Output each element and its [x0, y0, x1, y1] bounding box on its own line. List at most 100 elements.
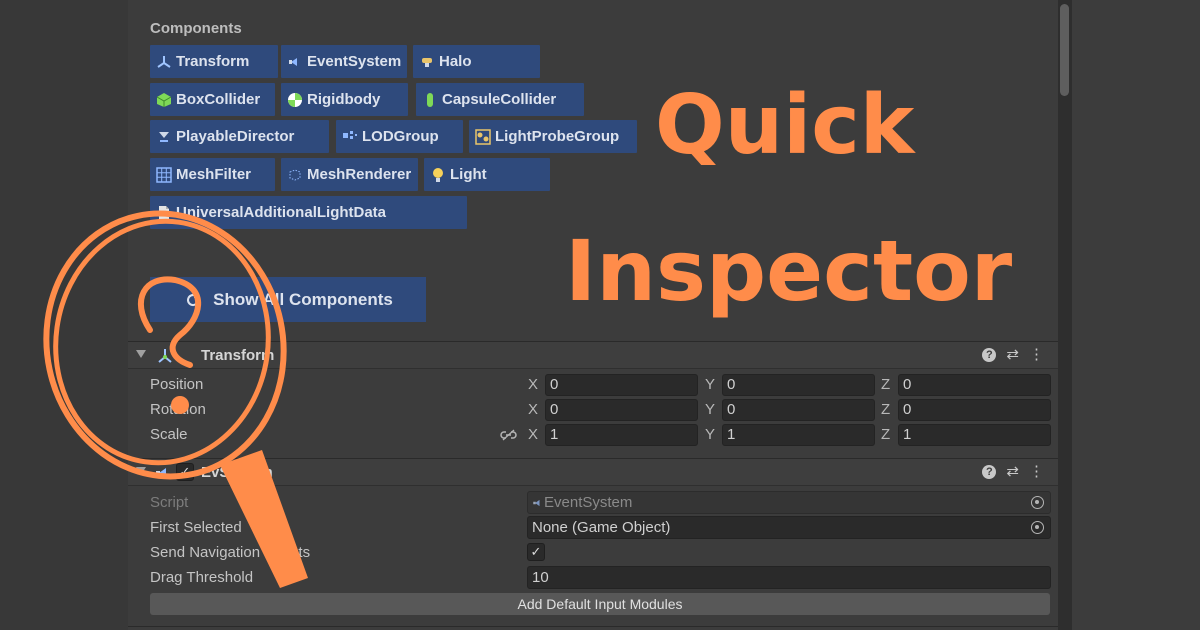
components-header: Components	[150, 20, 242, 37]
lodgroup-icon	[343, 130, 357, 139]
chip-label: EventSystem	[307, 53, 402, 70]
chip-label: MeshRenderer	[307, 166, 412, 183]
meshrenderer-icon	[289, 168, 301, 181]
axis-y-label: Y	[705, 401, 716, 418]
chip-lodgroup[interactable]: LODGroup	[336, 120, 463, 153]
chip-label: Rigidbody	[307, 91, 381, 108]
axis-x-label: X	[528, 401, 539, 418]
scrollbar-thumb[interactable]	[1060, 4, 1069, 96]
first-selected-field[interactable]: None (Game Object)	[527, 516, 1051, 539]
chip-label: Halo	[439, 53, 472, 70]
overlay-title-line1: Quick	[655, 78, 915, 173]
script-field: EventSystem	[527, 491, 1051, 514]
chip-label: CapsuleCollider	[442, 91, 557, 108]
chip-playabledirector[interactable]: PlayableDirector	[150, 120, 329, 153]
scale-z-field[interactable]: 1	[898, 424, 1051, 446]
foldout-arrow-icon[interactable]	[136, 467, 146, 475]
axis-x-label: X	[528, 376, 539, 393]
chip-label: Light	[450, 166, 487, 183]
rigidbody-icon	[288, 92, 302, 107]
chip-label: PlayableDirector	[176, 128, 295, 145]
light-icon	[433, 167, 443, 182]
rotation-y-field[interactable]: 0	[722, 399, 875, 421]
script-icon	[159, 205, 169, 220]
divider	[128, 626, 1058, 627]
script-label: Script	[150, 494, 189, 511]
halo-icon	[422, 57, 432, 67]
transform-icon	[158, 349, 172, 363]
add-default-input-modules-button[interactable]: Add Default Input Modules	[150, 593, 1050, 615]
chip-meshfilter[interactable]: MeshFilter	[150, 158, 275, 191]
scale-x-field[interactable]: 1	[545, 424, 698, 446]
rotation-label: Rotation	[150, 401, 206, 418]
first-selected-value: None (Game Object)	[532, 519, 671, 536]
chip-boxcollider[interactable]: BoxCollider	[150, 83, 275, 116]
transform-icon	[157, 55, 171, 68]
drag-threshold-field[interactable]: 10	[527, 566, 1051, 589]
chip-capsulecollider[interactable]: CapsuleCollider	[416, 83, 584, 116]
chip-lightprobegroup[interactable]: LightProbeGroup	[469, 120, 637, 153]
foldout-arrow-icon[interactable]	[136, 350, 146, 358]
eventsystem-icon	[156, 468, 166, 478]
presets-icon[interactable]: ⇄	[1006, 347, 1019, 363]
axis-z-label: Z	[881, 426, 891, 443]
component-title: EvSystem	[201, 464, 273, 481]
position-x-field[interactable]: 0	[545, 374, 698, 396]
drag-threshold-label: Drag Threshold	[150, 569, 254, 586]
component-enabled-checkbox[interactable]: ✓	[176, 463, 194, 481]
chip-label: UniversalAdditionalLightData	[176, 204, 387, 221]
show-all-label: Show All Components	[213, 289, 393, 309]
eventsystem-icon	[289, 57, 297, 66]
chip-label: Transform	[176, 53, 250, 70]
chip-rigidbody[interactable]: Rigidbody	[281, 83, 408, 116]
rotation-z-field[interactable]: 0	[898, 399, 1051, 421]
chip-transform[interactable]: Transform	[150, 45, 278, 78]
left-gutter	[0, 0, 128, 630]
chip-label: MeshFilter	[176, 166, 252, 183]
transform-component-header[interactable]: Transform ? ⇄ ⋮	[128, 341, 1058, 369]
context-menu-icon[interactable]: ⋮	[1029, 347, 1044, 363]
refresh-icon	[187, 292, 200, 306]
rotation-x-field[interactable]: 0	[545, 399, 698, 421]
axis-y-label: Y	[705, 426, 716, 443]
chip-light[interactable]: Light	[424, 158, 550, 191]
chip-eventsystem[interactable]: EventSystem	[281, 45, 407, 78]
meshfilter-icon	[156, 166, 172, 183]
first-selected-label: First Selected	[150, 519, 242, 536]
chip-meshrenderer[interactable]: MeshRenderer	[281, 158, 418, 191]
chip-universaladditionallightdata[interactable]: UniversalAdditionalLightData	[150, 196, 467, 229]
show-all-components-button[interactable]: Show All Components	[150, 277, 426, 322]
eventsystem-component-header[interactable]: ✓ EvSystem ? ⇄ ⋮	[128, 458, 1058, 486]
right-background	[1072, 0, 1200, 630]
boxcollider-icon	[156, 92, 172, 107]
axis-z-label: Z	[881, 401, 891, 418]
constrain-proportions-icon[interactable]	[500, 428, 517, 442]
scale-label: Scale	[150, 426, 188, 443]
chip-label: BoxCollider	[176, 91, 261, 108]
object-picker-icon	[1031, 496, 1044, 509]
help-icon[interactable]: ?	[982, 348, 997, 362]
help-icon[interactable]: ?	[982, 465, 997, 479]
script-value: EventSystem	[544, 494, 633, 511]
presets-icon[interactable]: ⇄	[1006, 464, 1019, 480]
axis-y-label: Y	[705, 376, 716, 393]
position-y-field[interactable]: 0	[722, 374, 875, 396]
lightprobegroup-icon	[475, 128, 491, 145]
scale-y-field[interactable]: 1	[722, 424, 875, 446]
axis-z-label: Z	[881, 376, 891, 393]
overlay-title-line2: Inspector	[565, 222, 1013, 320]
capsulecollider-icon	[427, 92, 433, 107]
send-navigation-checkbox[interactable]: ✓	[527, 543, 545, 561]
component-title: Transform	[201, 347, 275, 364]
context-menu-icon[interactable]: ⋮	[1029, 464, 1044, 480]
eventsystem-icon	[533, 499, 540, 507]
playabledirector-icon	[159, 131, 169, 142]
chip-label: LODGroup	[362, 128, 439, 145]
position-label: Position	[150, 376, 204, 393]
axis-x-label: X	[528, 426, 539, 443]
object-picker-icon[interactable]	[1031, 521, 1044, 534]
send-navigation-label: Send Navigation Events	[150, 544, 311, 561]
chip-halo[interactable]: Halo	[413, 45, 540, 78]
chip-label: LightProbeGroup	[495, 128, 620, 145]
position-z-field[interactable]: 0	[898, 374, 1051, 396]
